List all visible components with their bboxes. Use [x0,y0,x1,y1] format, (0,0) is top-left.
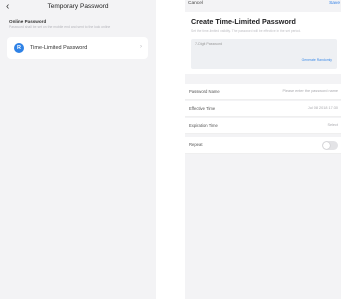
time-limited-password-item[interactable]: R Time-Limited Password › [7,37,148,59]
form-title: Create Time-Limited Password [191,17,296,26]
expiration-time-row[interactable]: Expiration Time Select [185,118,341,134]
generate-randomly-link[interactable]: Generate Randomly [302,58,332,62]
password-label: 7-Digit Password [195,42,223,46]
row-label: Password Name [189,89,220,94]
row-label: Expiration Time [189,123,218,128]
cancel-button[interactable]: Cancel [188,1,203,6]
nav-bar: ‹ Temporary Password [0,0,156,15]
expiration-time-value: Select [327,123,338,127]
effective-time-value: Jul 08 2018 17:30 [307,106,338,110]
top-bar: Cancel Save [185,0,341,12]
effective-time-row[interactable]: Effective Time Jul 08 2018 17:30 [185,101,341,117]
row-label: Effective Time [189,106,216,111]
create-password-screen: Cancel Save Create Time-Limited Password… [185,0,341,299]
password-name-row[interactable]: Password Name Please enter the password … [185,84,341,100]
toggle-knob [323,142,330,149]
password-name-input[interactable]: Please enter the password name [282,89,338,93]
password-field[interactable]: 7-Digit Password Generate Randomly [191,39,337,69]
save-button[interactable]: Save [329,1,340,6]
form-description: Set the time-limited validity. The passw… [191,29,301,33]
repeat-row: Repeat [185,137,341,154]
password-header-card: Create Time-Limited Password Set the tim… [185,12,341,74]
password-type-icon: R [14,43,24,53]
row-label: Repeat [189,142,203,147]
section-description: Password shall be set on the mobile end … [9,25,111,29]
repeat-toggle[interactable] [322,141,338,150]
temporary-password-screen: ‹ Temporary Password Online Password Pas… [0,0,156,299]
section-title: Online Password [9,19,47,24]
chevron-right-icon: › [140,44,142,50]
page-title: Temporary Password [47,3,109,10]
item-label: Time-Limited Password [30,45,88,51]
